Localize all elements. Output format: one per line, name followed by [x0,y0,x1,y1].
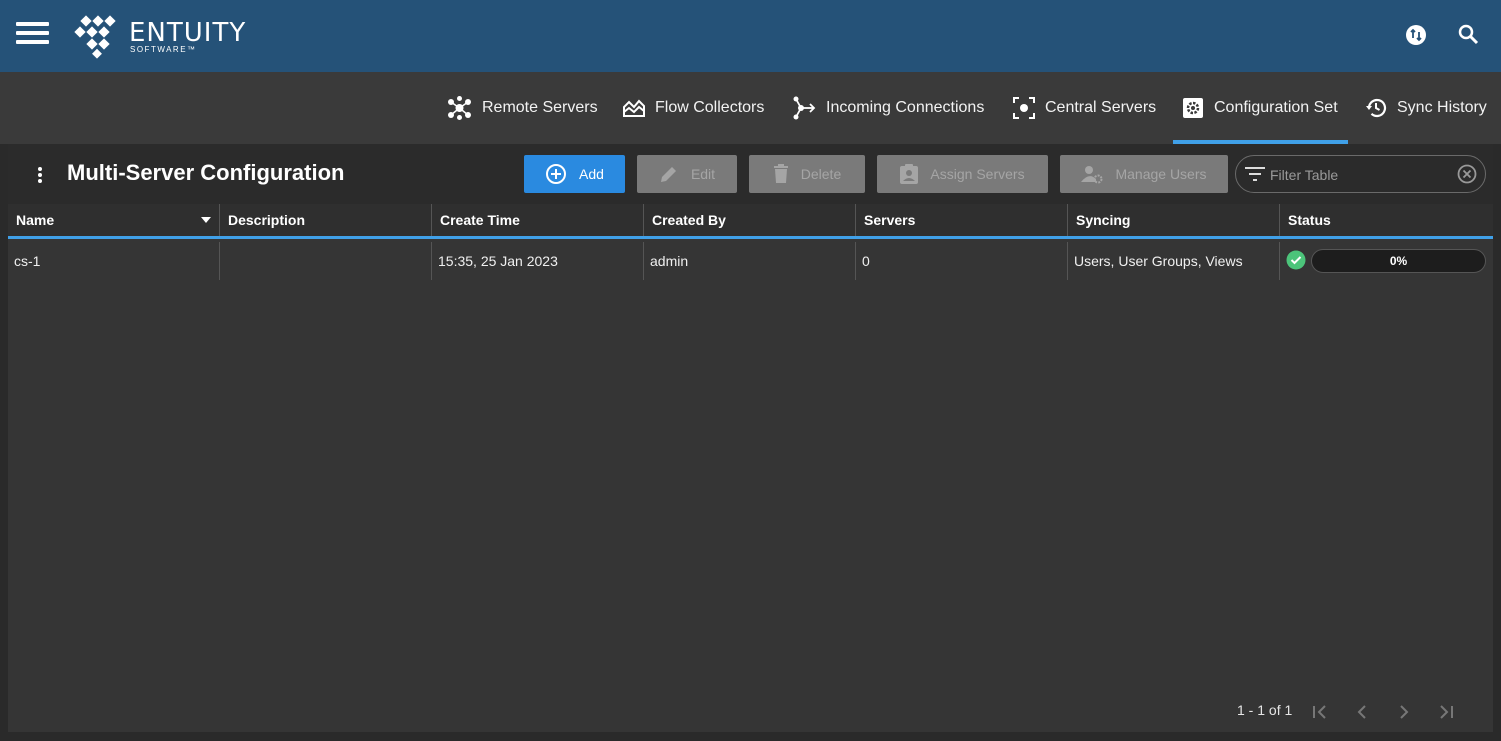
main-panel: Multi-Server Configuration Add Edit Dele… [8,144,1493,732]
clipboard-user-icon [900,164,919,184]
column-header-name[interactable]: Name [8,204,220,236]
brand-logo: ENTUITY SOFTWARE™ [72,15,245,59]
cell-created-by: admin [644,242,856,280]
add-circle-icon [546,164,567,184]
logo-mark-icon [74,15,116,59]
sync-icon[interactable] [1403,22,1429,48]
clear-icon[interactable] [1457,164,1477,184]
column-label: Description [228,212,306,228]
filter-field[interactable] [1235,155,1486,193]
panel-toolbar: Multi-Server Configuration Add Edit Dele… [8,144,1493,204]
page-title: Multi-Server Configuration [67,160,345,185]
user-settings-icon [1081,166,1103,184]
brand-name: ENTUITY [129,18,247,48]
edit-button[interactable]: Edit [637,155,737,193]
assign-servers-button[interactable]: Assign Servers [877,155,1048,193]
delete-button[interactable]: Delete [749,155,865,193]
prev-page-icon[interactable] [1350,700,1374,724]
tab-label: Incoming Connections [826,99,985,116]
cell-syncing: Users, User Groups, Views [1068,242,1280,280]
tab-label: Remote Servers [482,99,598,116]
flow-icon [623,99,645,117]
tab-remote-servers[interactable]: Remote Servers [447,72,598,144]
filter-input[interactable] [1270,165,1450,185]
column-header-create-time[interactable]: Create Time [432,204,644,236]
next-page-icon[interactable] [1392,700,1416,724]
filter-icon [1245,167,1265,181]
pagination-range: 1 - 1 of 1 [1237,702,1293,718]
tab-label: Sync History [1397,99,1487,116]
column-label: Servers [864,212,916,228]
gear-icon [1183,98,1203,118]
hub-icon [448,96,471,120]
column-label: Created By [652,212,726,228]
column-header-servers[interactable]: Servers [856,204,1068,236]
table-header: Name Description Create Time Created By … [8,204,1493,239]
assign-servers-label: Assign Servers [930,166,1025,182]
check-circle-icon [1286,250,1306,270]
cell-create-time: 15:35, 25 Jan 2023 [432,242,644,280]
tab-incoming-connections[interactable]: Incoming Connections [793,72,984,144]
tab-sync-history[interactable]: Sync History [1365,72,1487,144]
table-row[interactable]: cs-1 15:35, 25 Jan 2023 admin 0 Users, U… [8,242,1493,280]
progress-bar: 0% [1311,249,1486,273]
sort-down-icon [201,217,211,223]
column-label: Syncing [1076,212,1131,228]
add-label: Add [579,166,604,182]
history-icon [1366,98,1387,118]
pagination: 1 - 1 of 1 [1233,692,1493,732]
column-header-syncing[interactable]: Syncing [1068,204,1280,236]
tab-label: Flow Collectors [655,99,765,116]
menu-icon[interactable] [16,20,50,46]
more-options-icon[interactable] [34,164,46,186]
tab-bar: Remote Servers Flow Collectors Incoming … [0,72,1501,144]
brand-sub: SOFTWARE™ [130,45,197,54]
tab-flow-collectors[interactable]: Flow Collectors [623,72,764,144]
add-button[interactable]: Add [524,155,625,193]
central-icon [1013,97,1035,119]
tab-label: Configuration Set [1214,99,1338,116]
tab-configuration-set[interactable]: Configuration Set [1173,72,1348,144]
incoming-icon [793,96,816,120]
column-label: Name [16,212,55,228]
column-header-description[interactable]: Description [220,204,432,236]
tab-label: Central Servers [1045,99,1157,116]
cell-description [220,242,432,280]
cell-status: 0% [1280,242,1493,280]
manage-users-label: Manage Users [1115,166,1207,182]
trash-icon [773,164,788,183]
cell-name: cs-1 [8,242,220,280]
column-header-created-by[interactable]: Created By [644,204,856,236]
column-header-status[interactable]: Status [1280,204,1493,236]
search-icon[interactable] [1456,22,1482,48]
column-label: Create Time [440,212,520,228]
pencil-icon [660,167,676,182]
manage-users-button[interactable]: Manage Users [1060,155,1228,193]
column-label: Status [1288,212,1331,228]
delete-label: Delete [800,166,842,182]
edit-label: Edit [690,166,716,182]
last-page-icon[interactable] [1434,700,1458,724]
tab-central-servers[interactable]: Central Servers [1013,72,1156,144]
first-page-icon[interactable] [1308,700,1332,724]
app-header: ENTUITY SOFTWARE™ [0,0,1501,72]
cell-servers: 0 [856,242,1068,280]
